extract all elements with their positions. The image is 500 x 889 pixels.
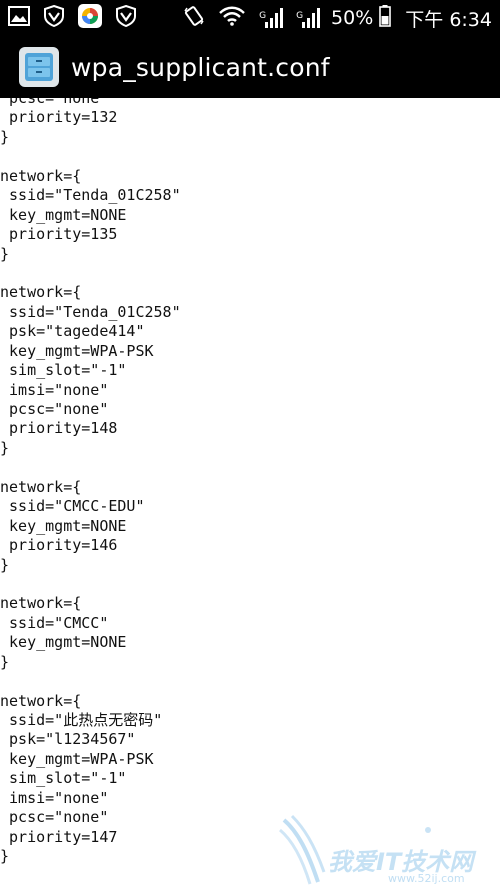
signal-type-label: G: [259, 11, 267, 21]
config-line: }: [0, 438, 10, 457]
signal-icon: G: [259, 8, 284, 28]
config-line: [0, 575, 181, 594]
config-line: priority=147: [0, 827, 118, 846]
config-line: }: [0, 127, 10, 146]
config-line: sim_slot="-1": [0, 361, 127, 380]
shield-icon: [44, 4, 64, 31]
config-line: [0, 147, 181, 166]
clock: 下午 6:34: [405, 8, 492, 31]
app-store-icon: [78, 4, 102, 32]
signal-icon: G: [296, 8, 321, 28]
config-line: [0, 458, 181, 477]
notification-icons: [8, 4, 136, 32]
config-line: ssid="CMCC": [0, 613, 109, 632]
config-line: }: [0, 847, 10, 866]
battery-icon: [379, 4, 392, 32]
status-bar: G G 50% 下午 6:34: [0, 0, 500, 36]
file-title: wpa_supplicant.conf: [71, 52, 330, 82]
signal-type-label: G: [296, 11, 304, 21]
config-text: pcsc="none" priority=132} network={ ssid=…: [0, 98, 181, 867]
config-line: priority=148: [0, 419, 118, 438]
wifi-icon: [219, 6, 245, 31]
config-line: pcsc="none": [0, 400, 109, 418]
config-line: priority=146: [0, 536, 118, 555]
config-line: key_mgmt=NONE: [0, 205, 127, 224]
config-line: network={: [0, 166, 82, 185]
config-line: network={: [0, 691, 82, 710]
config-line: imsi="none": [0, 788, 109, 807]
config-line: }: [0, 555, 10, 574]
config-line: ssid="Tenda_01C258": [0, 302, 181, 321]
config-line: }: [0, 652, 10, 671]
config-line: key_mgmt=WPA-PSK: [0, 341, 154, 360]
config-line: }: [0, 244, 10, 263]
shield-icon: [116, 4, 136, 31]
config-line: psk="l1234567": [0, 730, 136, 749]
file-content-view[interactable]: pcsc="none" priority=132} network={ ssid=…: [0, 98, 500, 889]
config-line: [0, 672, 181, 691]
action-bar: wpa_supplicant.conf: [0, 36, 500, 98]
config-line: pcsc="none": [0, 808, 109, 827]
config-line: ssid="Tenda_01C258": [0, 186, 181, 205]
image-icon: [8, 6, 30, 30]
config-line: [0, 264, 181, 283]
config-line: ssid="此热点无密码": [0, 711, 163, 729]
file-manager-icon[interactable]: [19, 47, 59, 87]
config-line: key_mgmt=NONE: [0, 633, 127, 652]
system-indicators: G G 50% 下午 6:34: [183, 4, 492, 32]
config-line: network={: [0, 477, 82, 496]
config-line: psk="tagede414": [0, 322, 145, 341]
config-line: ssid="CMCC-EDU": [0, 497, 145, 516]
config-line: sim_slot="-1": [0, 769, 127, 788]
rotate-icon: [183, 5, 205, 32]
config-line: priority=132: [0, 108, 118, 127]
config-line: priority=135: [0, 225, 118, 244]
config-line: imsi="none": [0, 380, 109, 399]
config-line: network={: [0, 594, 82, 613]
watermark: 我爱IT技术网 www.52ij.com: [278, 812, 500, 889]
config-line: pcsc="none": [0, 98, 109, 107]
watermark-url: www.52ij.com: [388, 872, 465, 885]
config-line: key_mgmt=WPA-PSK: [0, 749, 154, 768]
config-line: network={: [0, 283, 82, 302]
config-line: key_mgmt=NONE: [0, 516, 127, 535]
battery-percent: 50%: [331, 7, 374, 29]
